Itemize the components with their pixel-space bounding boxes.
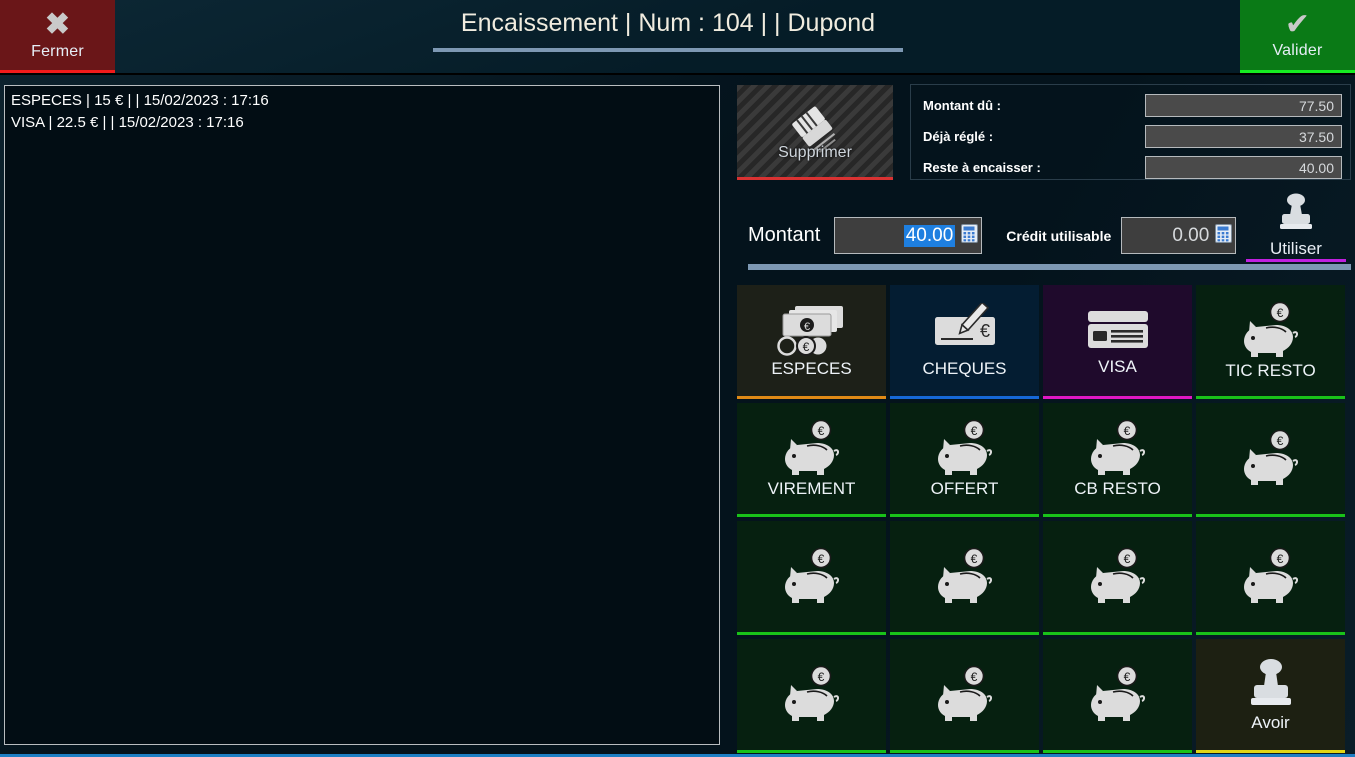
payment-tile-label: Avoir <box>1251 712 1290 732</box>
payment-tile-label: VIREMENT <box>767 478 856 498</box>
piggy-bank-icon: € <box>777 665 847 723</box>
svg-text:€: € <box>817 552 824 566</box>
header-bar: ✖ Fermer Encaissement | Num : 104 | | Du… <box>0 0 1355 75</box>
total-row-paid: Déjà réglé : 37.50 <box>923 122 1342 150</box>
piggy-bank-icon: € <box>930 547 1000 605</box>
close-button[interactable]: ✖ Fermer <box>0 0 115 73</box>
use-credit-label: Utiliser <box>1270 239 1322 258</box>
x-icon: ✖ <box>44 7 71 41</box>
piggy-bank-icon: € <box>930 665 1000 723</box>
svg-text:€: € <box>1123 552 1130 566</box>
svg-text:€: € <box>803 321 809 333</box>
payment-tile-visa[interactable]: VISA <box>1043 285 1192 399</box>
section-divider <box>748 264 1351 270</box>
credit-input-value: 0.00 <box>1172 224 1210 246</box>
total-label-remaining: Reste à encaisser : <box>923 159 1041 175</box>
svg-text:€: € <box>970 670 977 684</box>
cheque-pen-icon: € <box>929 302 1001 357</box>
total-row-remaining: Reste à encaisser : 40.00 <box>923 153 1342 181</box>
page-title: Encaissement | Num : 104 | | Dupond <box>460 9 876 37</box>
payment-methods-grid: € € ESPECES € CHEQUES VISA € TIC RESTO €… <box>737 285 1351 753</box>
close-button-label: Fermer <box>31 42 84 60</box>
total-row-due: Montant dû : 77.50 <box>923 91 1342 119</box>
payment-tile-label: CHEQUES <box>922 358 1007 378</box>
payment-tile-empty[interactable]: € <box>1196 521 1345 635</box>
payment-tile-cb-resto[interactable]: € CB RESTO <box>1043 403 1192 517</box>
check-icon: ✔ <box>1284 8 1311 41</box>
piggy-bank-icon: € <box>1236 301 1306 359</box>
piggy-bank-icon: € <box>930 419 1000 477</box>
svg-text:€: € <box>1123 424 1130 438</box>
title-underline <box>433 48 903 52</box>
calculator-icon[interactable] <box>1215 223 1233 248</box>
svg-text:€: € <box>979 321 989 341</box>
svg-text:€: € <box>802 340 809 354</box>
piggy-bank-icon: € <box>1083 419 1153 477</box>
totals-panel: Montant dû : 77.50 Déjà réglé : 37.50 Re… <box>910 84 1351 180</box>
payment-tile-especes[interactable]: € € ESPECES <box>737 285 886 399</box>
total-label-paid: Déjà réglé : <box>923 128 994 144</box>
payment-tile-virement[interactable]: € VIREMENT <box>737 403 886 517</box>
validate-button[interactable]: ✔ Valider <box>1240 0 1355 73</box>
payments-list-panel[interactable]: ESPECES | 15 € | | 15/02/2023 : 17:16 VI… <box>4 85 720 745</box>
credit-label: Crédit utilisable <box>1006 227 1112 244</box>
svg-text:€: € <box>1276 552 1283 566</box>
payment-tile-cheques[interactable]: € CHEQUES <box>890 285 1039 399</box>
piggy-bank-icon: € <box>1083 547 1153 605</box>
payment-tile-avoir[interactable]: Avoir <box>1196 639 1345 753</box>
stamp-icon <box>1273 193 1319 238</box>
payment-tile-empty[interactable]: € <box>890 639 1039 753</box>
piggy-bank-icon: € <box>1083 665 1153 723</box>
payment-tile-label: TIC RESTO <box>1225 360 1316 380</box>
amount-label: Montant <box>748 224 821 246</box>
payment-tile-label: CB RESTO <box>1074 478 1161 498</box>
payment-tile-empty[interactable]: € <box>1196 403 1345 517</box>
credit-card-icon <box>1084 305 1152 355</box>
payment-tile-label: OFFERT <box>930 478 999 498</box>
list-item[interactable]: ESPECES | 15 € | | 15/02/2023 : 17:16 <box>11 90 713 112</box>
stamp-icon <box>1241 657 1301 711</box>
validate-button-label: Valider <box>1272 42 1323 59</box>
delete-button-label: Supprimer <box>778 143 852 161</box>
total-label-due: Montant dû : <box>923 97 1001 113</box>
payment-tile-offert[interactable]: € OFFERT <box>890 403 1039 517</box>
piggy-bank-icon: € <box>777 547 847 605</box>
page-title-wrapper: Encaissement | Num : 104 | | Dupond <box>433 9 903 52</box>
payment-tile-empty[interactable]: € <box>890 521 1039 635</box>
banknotes-coins-icon: € € <box>773 303 851 357</box>
piggy-bank-icon: € <box>1236 429 1306 487</box>
calculator-icon[interactable] <box>961 223 979 248</box>
svg-text:€: € <box>1123 670 1130 684</box>
payment-tile-empty[interactable]: € <box>1043 521 1192 635</box>
svg-text:€: € <box>817 424 824 438</box>
list-item[interactable]: VISA | 22.5 € | | 15/02/2023 : 17:16 <box>11 112 713 134</box>
svg-text:€: € <box>817 670 824 684</box>
svg-text:€: € <box>970 424 977 438</box>
piggy-bank-icon: € <box>1236 547 1306 605</box>
total-value-paid: 37.50 <box>1145 124 1342 148</box>
payment-tile-empty[interactable]: € <box>1043 639 1192 753</box>
svg-text:€: € <box>1276 434 1283 448</box>
delete-button[interactable]: Supprimer <box>737 85 893 180</box>
svg-text:€: € <box>1276 306 1283 320</box>
piggy-bank-icon: € <box>777 419 847 477</box>
payment-tile-empty[interactable]: € <box>737 521 886 635</box>
amount-input[interactable]: 40.00 <box>834 217 983 254</box>
payment-tile-label: ESPECES <box>771 358 852 378</box>
svg-text:€: € <box>970 552 977 566</box>
encaissement-screen: ✖ Fermer Encaissement | Num : 104 | | Du… <box>0 0 1355 757</box>
total-value-due: 77.50 <box>1145 93 1342 117</box>
total-value-remaining: 40.00 <box>1145 155 1342 179</box>
amount-input-value: 40.00 <box>903 224 956 247</box>
payment-tile-label: VISA <box>1098 356 1137 376</box>
payment-tile-empty[interactable]: € <box>737 639 886 753</box>
use-credit-button[interactable]: Utiliser <box>1246 193 1346 262</box>
payment-tile-tic-resto[interactable]: € TIC RESTO <box>1196 285 1345 399</box>
credit-input[interactable]: 0.00 <box>1121 217 1237 254</box>
